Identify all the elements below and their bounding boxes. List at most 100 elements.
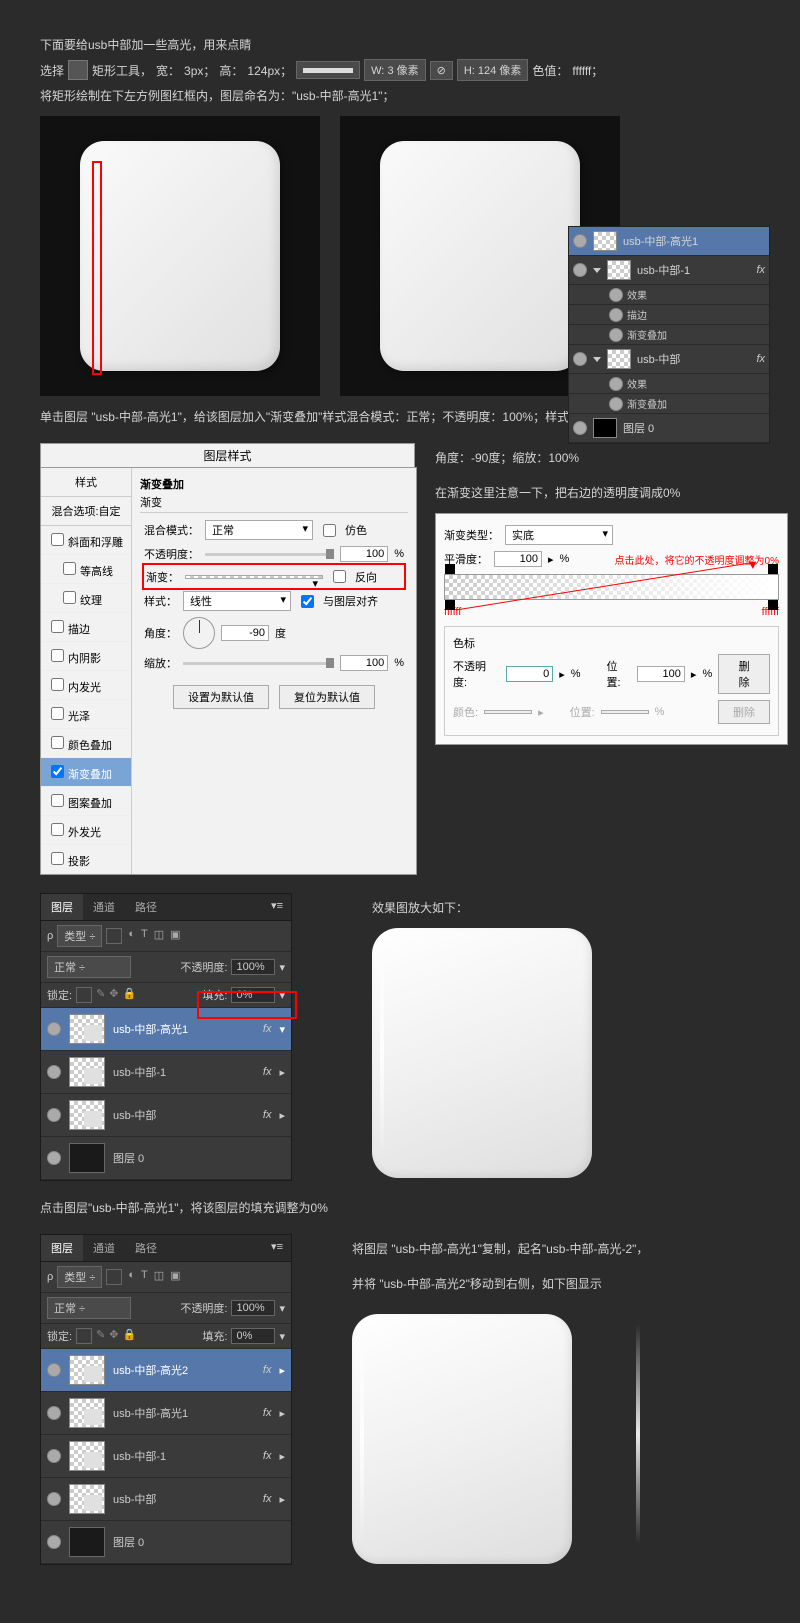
lock-move-icon[interactable]: ✥ (109, 987, 118, 1003)
filter-smart-icon[interactable]: ▣ (170, 928, 180, 944)
panel-menu-icon[interactable]: ▾≡ (263, 1235, 291, 1261)
lock-move-icon[interactable]: ✥ (109, 1328, 118, 1344)
filter-adjust-icon[interactable]: ◐ (128, 1269, 135, 1285)
dither-check[interactable] (323, 524, 336, 537)
tab-paths[interactable]: 路径 (125, 894, 167, 920)
tab-layers[interactable]: 图层 (41, 1235, 83, 1261)
eye-icon[interactable] (47, 1406, 61, 1420)
eye-icon[interactable] (573, 234, 587, 248)
opacity-stop-right[interactable] (768, 564, 778, 574)
layer-row[interactable]: usb-中部-高光1 (569, 227, 769, 256)
opt-contour[interactable]: 等高线 (41, 555, 131, 584)
eye-icon[interactable] (609, 397, 623, 411)
opt-bevel[interactable]: 斜面和浮雕 (41, 526, 131, 555)
scale-slider[interactable] (183, 662, 334, 665)
blend-select[interactable]: 正常 (205, 520, 313, 540)
opt-innerglow[interactable]: 内发光 (41, 671, 131, 700)
stop-opacity-input[interactable]: 0 (506, 666, 554, 682)
smooth-input[interactable]: 100 (494, 551, 542, 567)
eye-icon[interactable] (47, 1492, 61, 1506)
color-stop-left[interactable] (445, 600, 455, 610)
blend-head[interactable]: 混合选项:自定 (41, 497, 131, 526)
opacity-field[interactable]: 100% (231, 1300, 275, 1316)
filter-type[interactable]: 类型 (57, 1266, 102, 1288)
eye-icon[interactable] (47, 1363, 61, 1377)
color-stop-right[interactable] (768, 600, 778, 610)
opt-stroke[interactable]: 描边 (41, 613, 131, 642)
filter-text-icon[interactable]: T (141, 1269, 148, 1285)
eye-icon[interactable] (609, 288, 623, 302)
scale-input[interactable]: 100 (340, 655, 388, 671)
eye-icon[interactable] (47, 1108, 61, 1122)
lock-brush-icon[interactable]: ✎ (96, 1328, 105, 1344)
opt-gradoverlay[interactable]: 渐变叠加 (41, 758, 131, 787)
eye-icon[interactable] (47, 1151, 61, 1165)
btn-reset[interactable]: 复位为默认值 (279, 685, 375, 709)
opt-outerglow[interactable]: 外发光 (41, 816, 131, 845)
layer-row[interactable]: usb-中部-高光1fx▸ (41, 1392, 291, 1435)
fill-field[interactable]: 0% (231, 1328, 275, 1344)
btn-delete[interactable]: 删除 (718, 654, 770, 694)
gradient-bar[interactable] (444, 574, 779, 600)
layer-row[interactable]: 图层 0 (569, 414, 769, 443)
blend-mode-select[interactable]: 正常 (47, 1297, 131, 1319)
filter-image-icon[interactable] (106, 1269, 122, 1285)
grad-type-select[interactable]: 实底 (505, 525, 613, 545)
filter-shape-icon[interactable]: ◫ (154, 1269, 164, 1285)
opacity-input[interactable]: 100 (340, 546, 388, 562)
eye-icon[interactable] (573, 352, 587, 366)
angle-input[interactable]: -90 (221, 625, 269, 641)
tab-channels[interactable]: 通道 (83, 1235, 125, 1261)
opt-innershadow[interactable]: 内阴影 (41, 642, 131, 671)
btn-default[interactable]: 设置为默认值 (173, 685, 269, 709)
tab-channels[interactable]: 通道 (83, 894, 125, 920)
filter-text-icon[interactable]: T (141, 928, 148, 944)
filter-type[interactable]: 类型 (57, 925, 102, 947)
opt-texture[interactable]: 纹理 (41, 584, 131, 613)
stop-pos-input[interactable]: 100 (637, 666, 685, 682)
opt-coloroverlay[interactable]: 颜色叠加 (41, 729, 131, 758)
layer-row[interactable]: usb-中部fx (569, 345, 769, 374)
eye-icon[interactable] (609, 308, 623, 322)
lock-all-icon[interactable]: 🔒 (123, 987, 137, 1003)
angle-dial[interactable] (183, 617, 215, 649)
lock-brush-icon[interactable]: ✎ (96, 987, 105, 1003)
layer-row[interactable]: usb-中部-1fx▸ (41, 1051, 291, 1094)
opt-dropshadow[interactable]: 投影 (41, 845, 131, 874)
filter-image-icon[interactable] (106, 928, 122, 944)
reverse-check[interactable] (333, 570, 346, 583)
layer-row[interactable]: usb-中部-1fx▸ (41, 1435, 291, 1478)
eye-icon[interactable] (47, 1022, 61, 1036)
blend-mode-select[interactable]: 正常 (47, 956, 131, 978)
opt-patternoverlay[interactable]: 图案叠加 (41, 787, 131, 816)
eye-icon[interactable] (47, 1535, 61, 1549)
opt-satin[interactable]: 光泽 (41, 700, 131, 729)
layer-row[interactable]: usb-中部fx▸ (41, 1094, 291, 1137)
filter-smart-icon[interactable]: ▣ (170, 1269, 180, 1285)
gradient-picker[interactable] (185, 575, 323, 579)
filter-shape-icon[interactable]: ◫ (154, 928, 164, 944)
layer-row[interactable]: usb-中部-1fx (569, 256, 769, 285)
layer-row[interactable]: 图层 0 (41, 1521, 291, 1564)
eye-icon[interactable] (47, 1449, 61, 1463)
layer-row[interactable]: usb-中部-高光2fx▸ (41, 1349, 291, 1392)
lock-transp-icon[interactable] (76, 987, 92, 1003)
tab-layers[interactable]: 图层 (41, 894, 83, 920)
style-select[interactable]: 线性 (183, 591, 291, 611)
tab-paths[interactable]: 路径 (125, 1235, 167, 1261)
filter-adjust-icon[interactable]: ◐ (128, 928, 135, 944)
eye-icon[interactable] (573, 263, 587, 277)
align-check[interactable] (301, 595, 314, 608)
eye-icon[interactable] (609, 377, 623, 391)
layer-row[interactable]: usb-中部fx▸ (41, 1478, 291, 1521)
eye-icon[interactable] (573, 421, 587, 435)
opacity-stop-left[interactable] (445, 564, 455, 574)
opacity-slider[interactable] (205, 553, 334, 556)
lock-transp-icon[interactable] (76, 1328, 92, 1344)
eye-icon[interactable] (609, 328, 623, 342)
panel-menu-icon[interactable]: ▾≡ (263, 894, 291, 920)
lock-all-icon[interactable]: 🔒 (123, 1328, 137, 1344)
opacity-field[interactable]: 100% (231, 959, 275, 975)
eye-icon[interactable] (47, 1065, 61, 1079)
layer-row[interactable]: 图层 0 (41, 1137, 291, 1180)
